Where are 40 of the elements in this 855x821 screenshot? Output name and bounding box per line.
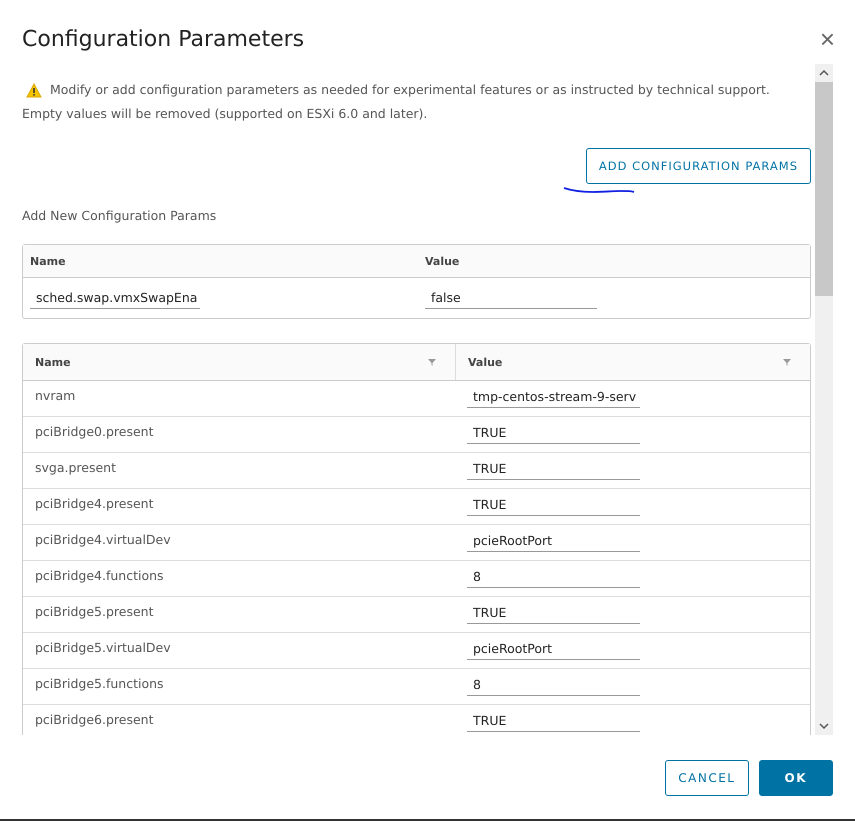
ok-button[interactable]: OK — [758, 760, 833, 796]
section-heading: Add New Configuration Params — [22, 208, 218, 223]
value-input[interactable]: tmp-centos-stream-9-serv — [467, 387, 640, 408]
dialog-title: Configuration Parameters — [22, 26, 304, 52]
scroll-down-icon[interactable] — [819, 721, 829, 731]
column-header: Name — [29, 254, 67, 270]
table-cell-text: pciBridge5.virtualDev — [34, 639, 172, 655]
table-cell-text: pciBridge5.functions — [34, 675, 165, 691]
value-input[interactable]: 8 — [467, 567, 640, 588]
table-cell-text: pciBridge0.present — [34, 423, 154, 439]
column-header: Value — [424, 254, 460, 270]
warning-icon — [26, 83, 42, 98]
name-input[interactable]: sched.swap.vmxSwapEna — [30, 288, 200, 308]
table-cell-text: pciBridge4.functions — [34, 567, 165, 583]
add-configuration-params-button[interactable]: ADD CONFIGURATION PARAMS — [586, 148, 811, 184]
close-button[interactable]: × — [820, 26, 835, 52]
table-cell-text: svga.present — [34, 459, 117, 475]
value-input[interactable]: TRUE — [467, 603, 640, 624]
column-header[interactable]: Name — [23, 344, 455, 380]
value-input[interactable]: TRUE — [467, 459, 640, 480]
value-input[interactable]: TRUE — [467, 495, 640, 516]
scroll-up-icon[interactable] — [819, 68, 829, 78]
value-input[interactable]: false — [425, 288, 597, 308]
table-cell-text: pciBridge5.present — [34, 603, 154, 619]
scrollbar[interactable] — [815, 64, 833, 735]
table-cell-text: nvram — [34, 387, 76, 403]
filter-icon[interactable] — [782, 357, 792, 367]
pen-scribble — [563, 186, 635, 194]
value-input[interactable]: pcieRootPort — [467, 639, 640, 660]
filter-icon[interactable] — [427, 357, 437, 367]
table-cell-text: pciBridge6.present — [34, 711, 154, 727]
value-input[interactable]: pcieRootPort — [467, 531, 640, 552]
cancel-button[interactable]: CANCEL — [665, 760, 748, 796]
notice-text: Modify or add configuration parameters as needed for experimental features or as instructed by technical support. Empty values will be removed (supported on ESXi 6.0 and later). — [22, 81, 771, 123]
value-input[interactable]: TRUE — [467, 711, 640, 732]
column-header[interactable]: Value — [455, 344, 810, 380]
value-input[interactable]: TRUE — [467, 423, 640, 444]
table-cell-text: pciBridge4.present — [34, 495, 154, 511]
value-input[interactable]: 8 — [467, 675, 640, 696]
table-cell-text: pciBridge4.virtualDev — [34, 531, 172, 547]
